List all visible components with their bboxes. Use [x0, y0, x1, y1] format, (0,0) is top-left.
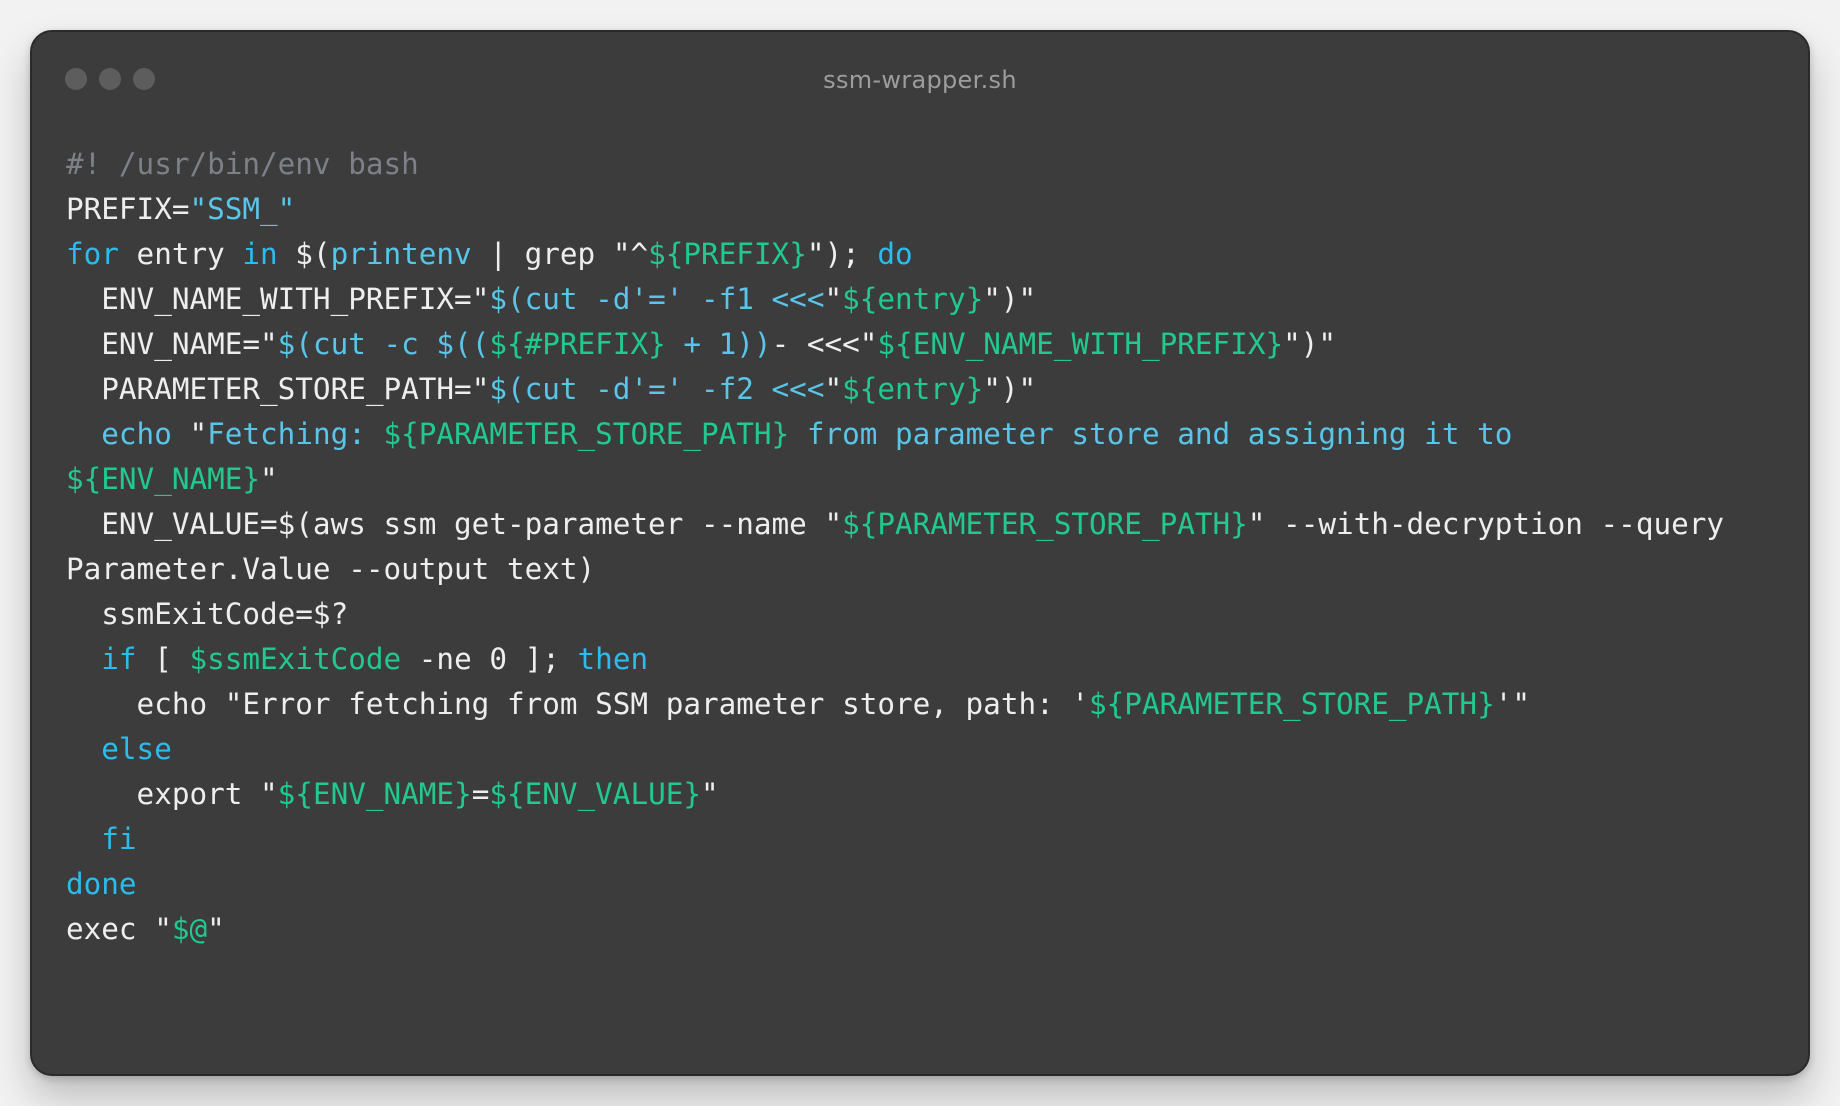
code-token-keyword: fi	[101, 822, 137, 856]
code-token-plain: ENV_NAME=	[66, 327, 261, 361]
code-token-plain: "	[824, 372, 843, 406]
code-line: echo "Fetching: ${PARAMETER_STORE_PATH} …	[66, 412, 1788, 457]
code-token-plain: "^	[612, 237, 649, 271]
code-token-plain: " --with-decryption --query	[1247, 507, 1725, 541]
code-block: #! /usr/bin/env bash PREFIX="SSM_" for ent…	[66, 142, 1788, 952]
code-line: #! /usr/bin/env bash	[66, 142, 1788, 187]
code-token-plain: PARAMETER_STORE_PATH=	[66, 372, 472, 406]
code-line: ${ENV_NAME}"	[66, 457, 1788, 502]
code-token-keyword: else	[101, 732, 172, 766]
code-token-var: ${PARAMETER_STORE_PATH}	[1089, 687, 1495, 721]
code-token-var: ${ENV_NAME_WITH_PREFIX}	[877, 327, 1284, 361]
code-token-comment: #! /usr/bin/env bash	[66, 147, 419, 181]
code-token-plain: "	[701, 777, 719, 811]
code-line: fi	[66, 817, 1788, 862]
code-token-string: "SSM_"	[189, 192, 296, 226]
code-token-plain: ")"	[1283, 327, 1337, 361]
code-token-plain: ")"	[983, 282, 1037, 316]
code-line: ENV_NAME="$(cut -c $((${#PREFIX} + 1))- …	[66, 322, 1788, 367]
code-token-plain: ")"	[983, 372, 1037, 406]
code-line: ssmExitCode=$?	[66, 592, 1788, 637]
code-token-plain: exec "	[66, 912, 172, 946]
code-token-plain: "	[260, 462, 278, 496]
code-token-plain: ");	[806, 237, 878, 271]
code-token-plain: "	[207, 912, 225, 946]
code-token-keyword: in	[242, 237, 278, 271]
code-token-plain: $(	[277, 237, 331, 271]
code-line: Parameter.Value --output text)	[66, 547, 1788, 592]
code-token-var: ${ENV_VALUE}	[489, 777, 702, 811]
code-token-plain: [	[136, 642, 190, 676]
code-token-plain: ENV_VALUE=$(aws ssm get-parameter --name	[66, 507, 825, 541]
code-token-plain: Parameter.Value --output text)	[66, 552, 596, 586]
code-line: if [ $ssmExitCode -ne 0 ]; then	[66, 637, 1788, 682]
code-token-plain: =	[471, 777, 490, 811]
code-token-plain: ssmExitCode=$?	[66, 597, 349, 631]
code-token-string: + 1))	[665, 327, 772, 361]
code-line: ENV_NAME_WITH_PREFIX="$(cut -d'=' -f1 <<…	[66, 277, 1788, 322]
code-line: ENV_VALUE=$(aws ssm get-parameter --name…	[66, 502, 1788, 547]
code-token-string: $(cut -c $((	[277, 327, 490, 361]
code-token-keyword: if	[101, 642, 137, 676]
code-token-plain: entry	[118, 237, 243, 271]
code-token-plain: "	[824, 282, 843, 316]
code-line: echo "Error fetching from SSM parameter …	[66, 682, 1788, 727]
code-token-var: $ssmExitCode	[189, 642, 402, 676]
code-token-plain: PREFIX=	[66, 192, 190, 226]
code-line: exec "$@"	[66, 907, 1788, 952]
code-line: PREFIX="SSM_"	[66, 187, 1788, 232]
code-line: export "${ENV_NAME}=${ENV_VALUE}"	[66, 772, 1788, 817]
code-window: ssm-wrapper.sh #! /usr/bin/env bash PREFI…	[30, 30, 1810, 1076]
code-token-plain: echo "Error fetching from SSM parameter …	[66, 687, 1090, 721]
code-line: else	[66, 727, 1788, 772]
code-token-string: echo	[101, 417, 172, 451]
code-token-plain: export "	[66, 777, 278, 811]
code-token-plain: '"	[1494, 687, 1530, 721]
code-token-var: $@	[171, 912, 208, 946]
code-token-plain: "	[471, 282, 490, 316]
title-bar: ssm-wrapper.sh	[32, 32, 1808, 130]
code-line: for entry in $(printenv | grep "^${PREFI…	[66, 232, 1788, 277]
code-token-plain: - <<<"	[771, 327, 878, 361]
code-token-var: ${PREFIX}	[648, 237, 807, 271]
code-token-var: ${ENV_NAME}	[66, 462, 261, 496]
code-token-keyword: for	[66, 237, 119, 271]
code-token-plain: "	[171, 417, 208, 451]
code-token-keyword: do	[877, 237, 913, 271]
code-token-var: ${#PREFIX}	[489, 327, 666, 361]
code-token-var: ${ENV_NAME}	[277, 777, 472, 811]
code-token-string: $(cut -d'=' -f2 <<<	[489, 372, 825, 406]
code-token-plain: | grep	[471, 237, 613, 271]
code-token-plain: "	[260, 327, 278, 361]
code-token-plain: -ne 0 ];	[401, 642, 578, 676]
code-token-keyword: done	[66, 867, 137, 901]
code-token-var: ${PARAMETER_STORE_PATH}	[842, 507, 1248, 541]
code-token-keyword: then	[577, 642, 649, 676]
code-token-string: $(cut -d'=' -f1 <<<	[489, 282, 825, 316]
code-token-var: ${entry}	[842, 282, 984, 316]
code-token-plain: "	[471, 372, 490, 406]
code-token-string: Fetching:	[207, 417, 384, 451]
code-line: PARAMETER_STORE_PATH="$(cut -d'=' -f2 <<…	[66, 367, 1788, 412]
code-token-var: ${entry}	[842, 372, 984, 406]
code-token-string: from parameter store and assigning it to	[789, 417, 1513, 451]
code-token-var: ${PARAMETER_STORE_PATH}	[383, 417, 790, 451]
code-token-plain: "	[824, 507, 843, 541]
code-token-string: printenv	[330, 237, 472, 271]
window-title: ssm-wrapper.sh	[823, 66, 1017, 94]
code-line: done	[66, 862, 1788, 907]
code-token-plain: ENV_NAME_WITH_PREFIX=	[66, 282, 472, 316]
